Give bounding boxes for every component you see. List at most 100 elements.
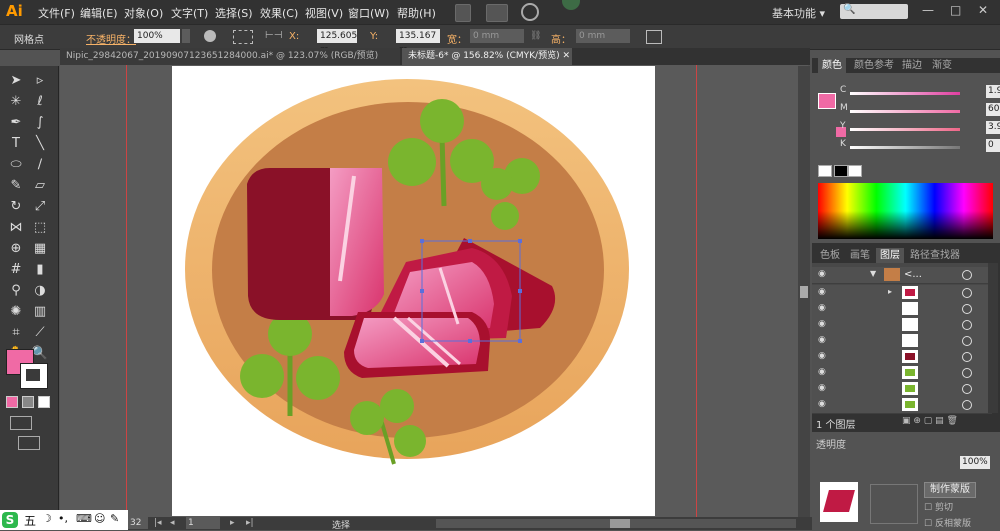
transparency-opacity-input[interactable]: 100%: [960, 456, 990, 469]
layer-row[interactable]: ◉: [812, 365, 992, 382]
menu-item[interactable]: 文件(F): [38, 5, 75, 21]
first-artboard-icon[interactable]: |◂: [154, 518, 162, 528]
tab-stroke[interactable]: 描边: [898, 58, 926, 73]
opacity-input[interactable]: 100%: [134, 29, 180, 43]
clip-checkbox[interactable]: ☐ 剪切: [924, 500, 953, 513]
layer-row[interactable]: ◉: [812, 333, 992, 350]
layer-row[interactable]: ◉: [812, 301, 992, 318]
tab-close-icon[interactable]: ✕: [562, 51, 570, 61]
zoom-field[interactable]: 32: [128, 517, 148, 529]
visibility-eye-icon[interactable]: ◉: [818, 336, 830, 345]
slider-track[interactable]: [850, 146, 960, 149]
target-circle-icon[interactable]: [962, 336, 972, 346]
target-circle-icon[interactable]: [962, 368, 972, 378]
transform-reference-icon[interactable]: [233, 30, 253, 44]
visibility-eye-icon[interactable]: ◉: [818, 270, 830, 279]
opacity-dropdown-icon[interactable]: [182, 29, 190, 43]
menu-item[interactable]: 对象(O): [124, 5, 163, 21]
layer-row[interactable]: ◉: [812, 317, 992, 334]
magic-wand-icon[interactable]: ✳: [6, 92, 26, 112]
height-input[interactable]: 0 mm: [576, 29, 630, 43]
color-mode-icon[interactable]: [6, 396, 18, 408]
visibility-eye-icon[interactable]: ◉: [818, 288, 830, 297]
ellipse-tool-icon[interactable]: ⬭: [6, 155, 26, 175]
ime-moon-icon[interactable]: ☽: [42, 512, 52, 525]
mask-thumbnail[interactable]: [870, 484, 918, 524]
visibility-eye-icon[interactable]: ◉: [818, 368, 830, 377]
free-transform-icon[interactable]: ⬚: [30, 218, 50, 238]
visibility-eye-icon[interactable]: ◉: [818, 400, 830, 409]
shape-builder-icon[interactable]: ⊕: [6, 239, 26, 259]
y-input[interactable]: 135.167 m: [396, 29, 440, 55]
align-icon[interactable]: ⊢⊣: [265, 30, 283, 42]
make-mask-button[interactable]: 制作蒙版: [924, 482, 976, 498]
layer-row[interactable]: ◉: [812, 381, 992, 398]
x-input[interactable]: 125.605 m: [317, 29, 357, 55]
rotate-tool-icon[interactable]: ↻: [6, 197, 26, 217]
paintbrush-icon[interactable]: ∕: [30, 155, 50, 175]
menu-item[interactable]: 选择(S): [215, 5, 253, 21]
ime-mode-label[interactable]: 五: [24, 512, 36, 529]
menu-item[interactable]: 效果(C): [260, 5, 298, 21]
eraser-icon[interactable]: ▱: [30, 176, 50, 196]
ime-settings-icon[interactable]: ✎: [110, 512, 119, 525]
menu-item[interactable]: 编辑(E): [80, 5, 118, 21]
ime-user-icon[interactable]: ☺: [94, 512, 105, 525]
layer-row[interactable]: ◉: [812, 397, 992, 414]
close-icon[interactable]: ✕: [978, 3, 988, 17]
target-circle-icon[interactable]: [962, 384, 972, 394]
bridge-icon[interactable]: [455, 4, 471, 22]
target-circle-icon[interactable]: [962, 320, 972, 330]
arrange-documents-icon[interactable]: [486, 4, 508, 22]
slider-value[interactable]: 3.92: [986, 121, 1000, 134]
ime-punct-icon[interactable]: •,: [58, 512, 68, 525]
layers-actions[interactable]: ▣ ⊕ ▢ ▤ 🗑: [902, 416, 992, 428]
horizontal-scrollbar[interactable]: [436, 519, 796, 528]
slider-track[interactable]: [850, 92, 960, 95]
tab-gradient[interactable]: 渐变: [928, 58, 956, 73]
tab-color[interactable]: 颜色: [818, 58, 846, 73]
color-spectrum[interactable]: [818, 183, 993, 239]
menu-item[interactable]: 视图(V): [305, 5, 343, 21]
target-circle-icon[interactable]: [962, 400, 972, 410]
slider-value[interactable]: 1.96: [986, 85, 1000, 98]
column-graph-icon[interactable]: ▥: [30, 302, 50, 322]
menu-item[interactable]: 窗口(W): [348, 5, 389, 21]
scale-tool-icon[interactable]: ⤢: [30, 197, 50, 217]
tab-swatches[interactable]: 色板: [816, 248, 844, 263]
layers-scrollbar[interactable]: [988, 263, 998, 413]
stroke-swatch[interactable]: [20, 363, 48, 389]
width-tool-icon[interactable]: ⋈: [6, 218, 26, 238]
slider-value[interactable]: 60.78: [986, 103, 1000, 116]
visibility-eye-icon[interactable]: ◉: [818, 304, 830, 313]
selection-tool-icon[interactable]: ➤: [6, 71, 26, 91]
ime-keyboard-icon[interactable]: ⌨: [76, 512, 92, 525]
minimize-icon[interactable]: —: [922, 3, 934, 17]
visibility-eye-icon[interactable]: ◉: [818, 384, 830, 393]
tab-pathfinder[interactable]: 路径查找器: [906, 248, 964, 263]
none-mode-icon[interactable]: [38, 396, 50, 408]
transparency-tab[interactable]: 透明度: [816, 436, 852, 451]
search-input[interactable]: 🔍: [840, 4, 908, 19]
artboard-number-field[interactable]: 1: [186, 517, 220, 529]
isolate-icon[interactable]: [646, 30, 662, 44]
eyedropper-icon[interactable]: ⚲: [6, 281, 26, 301]
maximize-icon[interactable]: □: [950, 3, 961, 17]
gradient-mode-icon[interactable]: [22, 396, 34, 408]
symbol-sprayer-icon[interactable]: ✺: [6, 302, 26, 322]
type-tool-icon[interactable]: T: [6, 134, 26, 154]
line-tool-icon[interactable]: ╲: [30, 134, 50, 154]
expand-arrow-icon[interactable]: ▸: [888, 287, 892, 296]
expand-arrow-icon[interactable]: ▼: [870, 269, 876, 278]
layer-row-parent[interactable]: ◉ ▼ <...: [812, 267, 992, 284]
none-color-swatch[interactable]: [818, 165, 832, 177]
menu-item[interactable]: 帮助(H): [397, 5, 436, 21]
target-circle-icon[interactable]: [962, 352, 972, 362]
curvature-tool-icon[interactable]: ∫: [30, 113, 50, 133]
slider-value[interactable]: 0: [986, 139, 1000, 152]
width-input[interactable]: 0 mm: [470, 29, 524, 43]
slider-track[interactable]: [850, 128, 960, 131]
layer-row[interactable]: ◉: [812, 349, 992, 366]
color-fill-indicator[interactable]: [818, 93, 836, 109]
target-circle-icon[interactable]: [962, 304, 972, 314]
